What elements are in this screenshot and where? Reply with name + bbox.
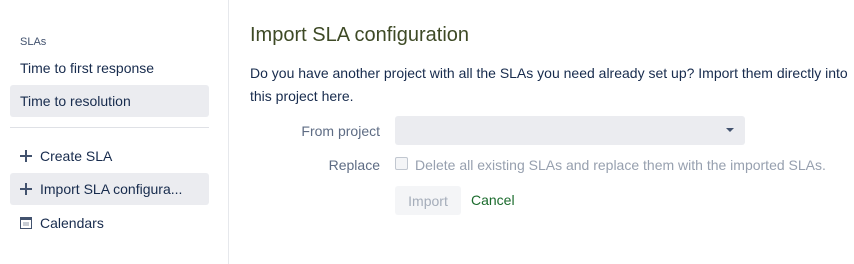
import-button[interactable]: Import	[395, 186, 461, 215]
replace-checkbox[interactable]	[395, 157, 408, 170]
sidebar-item-time-to-first-response[interactable]: Time to first response	[10, 52, 209, 84]
calendar-icon	[20, 217, 32, 229]
sidebar-item-label: Import SLA configura...	[40, 181, 183, 197]
chevron-down-icon	[726, 128, 734, 132]
sidebar-item-time-to-resolution[interactable]: Time to resolution	[10, 85, 209, 117]
replace-checkbox-label: Delete all existing SLAs and replace the…	[415, 157, 826, 173]
cancel-link[interactable]: Cancel	[471, 186, 515, 215]
sidebar-item-label: Time to first response	[20, 60, 155, 76]
sidebar-item-label: Time to resolution	[20, 93, 131, 109]
plus-icon	[20, 183, 32, 195]
sidebar-section-title: SLAs	[20, 36, 47, 48]
from-project-label: From project	[301, 123, 380, 139]
sidebar-item-import-sla-configuration[interactable]: Import SLA configura...	[10, 173, 209, 205]
plus-icon	[20, 150, 32, 162]
page-description: Do you have another project with all the…	[250, 65, 848, 104]
sidebar-item-create-sla[interactable]: Create SLA	[10, 140, 209, 172]
sidebar: SLAs Time to first response Time to reso…	[0, 0, 229, 264]
main-content: Import SLA configuration Do you have ano…	[250, 0, 854, 264]
sidebar-item-label: Create SLA	[40, 148, 113, 164]
from-project-select[interactable]	[395, 116, 745, 145]
sidebar-divider	[10, 127, 209, 128]
sidebar-item-calendars[interactable]: Calendars	[10, 207, 209, 239]
replace-label: Replace	[328, 157, 380, 173]
page-title: Import SLA configuration	[250, 24, 470, 46]
sidebar-item-label: Calendars	[40, 215, 104, 231]
